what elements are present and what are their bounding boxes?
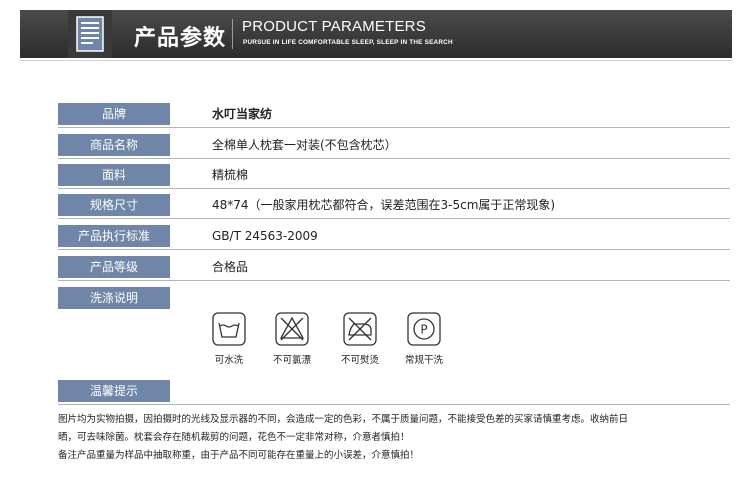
row-divider: [58, 404, 730, 405]
param-label: 商品名称: [58, 134, 170, 156]
param-row-grade: 产品等级 合格品: [58, 256, 730, 281]
notice-section-header: 温馨提示: [58, 380, 730, 405]
param-label: 产品等级: [58, 256, 170, 278]
row-divider: [58, 158, 730, 159]
notice-text: 图片均为实物拍摄，因拍摄时的光线及显示器的不同，会造成一定的色彩，不属于质量问题…: [58, 411, 730, 465]
param-label: 产品执行标准: [58, 225, 170, 247]
param-row-size: 规格尺寸 48*74（一般家用枕芯都符合，误差范围在3-5cm属于正常现象): [58, 194, 730, 219]
care-item-no-bleach: 不可氯漂: [262, 312, 322, 366]
param-value: 水叮当家纺: [212, 107, 273, 121]
notice-line: 图片均为实物拍摄，因拍摄时的光线及显示器的不同，会造成一定的色彩，不属于质量问题…: [58, 414, 629, 425]
care-item-washable: 可水洗: [199, 312, 259, 366]
param-value: 48*74（一般家用枕芯都符合，误差范围在3-5cm属于正常现象): [212, 198, 556, 212]
param-label: 品牌: [58, 103, 170, 125]
care-section-header: 洗涤说明: [58, 287, 730, 309]
param-value: 全棉单人枕套一对装(不包含枕芯）: [212, 138, 397, 152]
care-item-label: 不可氯漂: [272, 355, 311, 366]
no-iron-icon: [343, 312, 377, 346]
washable-icon: [212, 312, 246, 346]
page-subtitle: PURSUE IN LIFE COMFORTABLE SLEEP, SLEEP …: [243, 39, 453, 46]
page-title-en: PRODUCT PARAMETERS: [242, 18, 426, 35]
row-divider: [58, 127, 730, 128]
notice-label: 温馨提示: [58, 380, 170, 402]
param-row-product-name: 商品名称 全棉单人枕套一对装(不包含枕芯）: [58, 134, 730, 159]
header-divider: [20, 60, 732, 61]
row-divider: [58, 218, 730, 219]
document-icon: [76, 16, 104, 52]
row-divider: [58, 280, 730, 281]
title-separator: [232, 19, 233, 49]
care-item-label: 可水洗: [214, 355, 244, 366]
no-bleach-icon: [275, 312, 309, 346]
header-banner: 产品参数 PRODUCT PARAMETERS PURSUE IN LIFE C…: [20, 10, 732, 58]
param-label: 面料: [58, 164, 170, 186]
dry-clean-icon: P: [407, 312, 441, 346]
row-divider: [58, 249, 730, 250]
care-label: 洗涤说明: [58, 287, 170, 309]
param-row-standard: 产品执行标准 GB/T 24563-2009: [58, 225, 730, 250]
param-row-brand: 品牌 水叮当家纺: [58, 103, 730, 128]
care-item-dry-clean: P 常规干洗: [394, 312, 454, 366]
param-row-fabric: 面料 精梳棉: [58, 164, 730, 189]
care-item-label: 常规干洗: [404, 355, 443, 366]
param-value: 合格品: [212, 260, 249, 274]
notice-line: 晒，可去味除菌。枕套会存在随机裁剪的问题，花色不一定非常对称，介意者慎拍！: [58, 432, 410, 443]
param-value: GB/T 24563-2009: [212, 229, 318, 243]
row-divider: [58, 188, 730, 189]
param-value: 精梳棉: [212, 168, 249, 182]
care-item-label: 不可熨烫: [340, 355, 379, 366]
param-label: 规格尺寸: [58, 194, 170, 216]
page-title-cn: 产品参数: [134, 26, 227, 51]
care-item-no-iron: 不可熨烫: [330, 312, 390, 366]
svg-text:P: P: [420, 323, 427, 337]
notice-line: 备注产品重量为样品中抽取称重，由于产品不同可能存在重量上的小误差，介意慎拍！: [58, 450, 420, 461]
